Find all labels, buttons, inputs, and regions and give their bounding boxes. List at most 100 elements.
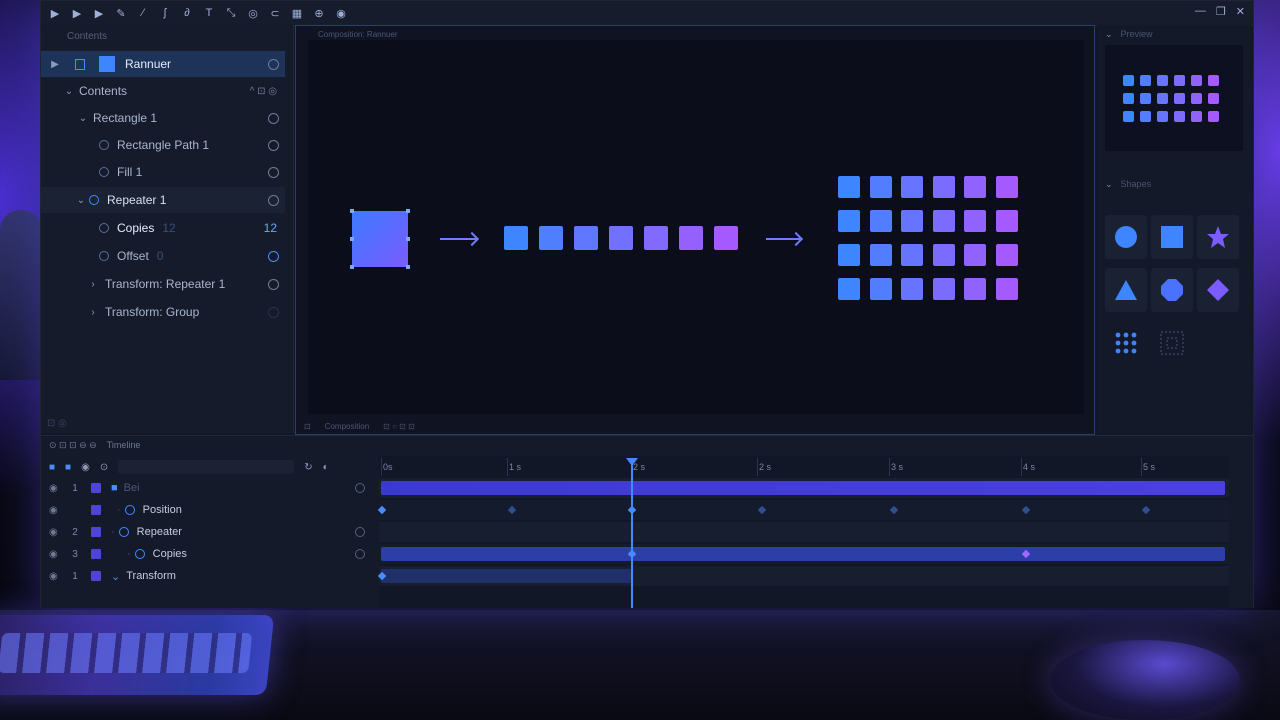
target-icon[interactable] [268,112,279,124]
dot-grid-button[interactable] [1105,321,1147,365]
text-icon[interactable]: T [201,5,217,21]
layer-row-fill-1[interactable]: Fill 1 [41,159,285,185]
pen-icon[interactable]: ✎ [113,5,129,21]
loop-icon[interactable]: ↻ [304,462,312,473]
timeline-row[interactable]: ◉ 1 ■ Bei [41,477,379,499]
layer-row-copies[interactable]: Copies 12 12 [41,215,285,241]
chevron-right-icon[interactable]: › [87,279,99,290]
new-layer-icon[interactable]: ■ [65,462,71,473]
layer-duration-bar[interactable] [381,481,1225,495]
target-icon[interactable] [268,58,279,70]
layers-footer-icons[interactable]: ⊡ ◎ [47,418,67,429]
transform-duration-bar[interactable] [381,569,631,583]
timeline-row[interactable]: ◉ 1 ⌄ Transform [41,565,379,587]
composition-viewport[interactable]: Composition: Rannuer ⊡ Composition ⊡ ○ ⊡… [295,25,1095,435]
timeline-row[interactable]: ◉ 3 · Copies [41,543,379,565]
eye-icon[interactable]: ◉ [49,527,65,538]
restore-icon[interactable]: ❐ [1216,5,1226,18]
chevron-down-icon[interactable]: ⌄ [111,570,120,583]
solo-icon[interactable]: ◐ [323,462,329,473]
target-icon[interactable] [268,278,279,290]
add-menu-icon[interactable]: ◉ [81,462,90,473]
layer-row-repeater-1[interactable]: ⌄ Repeater 1 [41,187,285,213]
camera-icon[interactable]: ⊡ [304,422,311,431]
brush-icon[interactable]: ⁄ [135,5,151,21]
record-icon[interactable]: ⊙ [100,462,108,473]
grid-icon[interactable]: ▦ [289,5,305,21]
keyframe[interactable] [1141,505,1151,515]
lock-icon[interactable] [355,549,365,559]
layer-search-input[interactable] [118,460,295,474]
eye-icon[interactable]: ◉ [49,483,65,494]
eye-icon[interactable]: ◉ [49,549,65,560]
transform-icon[interactable]: ⤡ [223,5,239,21]
link-icon[interactable]: ◎ [245,5,261,21]
selection-handle[interactable] [350,209,354,213]
wand-icon[interactable]: ʃ [157,5,173,21]
target-icon[interactable] [268,306,279,318]
square-shape-button[interactable] [1151,215,1193,259]
target-icon[interactable] [268,166,279,178]
play-icon[interactable]: ▶ [69,5,85,21]
timeline-row[interactable]: ◉ 2 · Repeater [41,521,379,543]
circle-shape-button[interactable] [1105,215,1147,259]
track-layer[interactable] [379,478,1229,498]
expand-icon[interactable]: ▶ [49,59,61,70]
preview-thumbnail[interactable] [1105,45,1243,151]
ruler-icon[interactable]: ⊂ [267,5,283,21]
chevron-down-icon[interactable]: ⌄ [75,195,87,206]
eye-icon[interactable]: ◉ [49,505,65,516]
target-icon[interactable] [268,194,279,206]
keyframe[interactable] [377,505,387,515]
new-folder-icon[interactable]: ■ [49,462,55,473]
layer-row-transform-group[interactable]: › Transform: Group [41,299,285,325]
chevron-right-icon[interactable]: › [87,307,99,318]
contents-actions-icons[interactable]: ^ ⊡ ◎ [250,86,277,97]
selection-handle[interactable] [406,265,410,269]
polygon-shape-button[interactable] [1151,268,1193,312]
source-rectangle[interactable] [350,209,410,269]
select-tool-icon[interactable]: ▶ [47,5,63,21]
track-position[interactable] [377,500,1229,520]
target-icon[interactable] [268,139,279,151]
layer-row-offset[interactable]: Offset 0 [41,243,285,269]
time-ruler[interactable]: 0s 1 s 2 s 2 s 3 s 4 s 5 s [379,456,1229,479]
timeline-tracks[interactable]: 0s 1 s 2 s 2 s 3 s 4 s 5 s [377,456,1229,608]
diamond-shape-button[interactable] [1197,268,1239,312]
selection-handle[interactable] [350,265,354,269]
chevron-down-icon[interactable]: ⌄ [77,113,89,124]
layer-row-rectangle-path-1[interactable]: Rectangle Path 1 [41,132,285,158]
fine-grid-button[interactable] [1151,321,1193,365]
timeline-row[interactable]: ◉ · Position [41,499,379,521]
layer-row-rannuer[interactable]: ▶ Rannuer [41,51,285,77]
selection-handle[interactable] [406,209,410,213]
layer-row-rectangle-1[interactable]: ⌄ Rectangle 1 [41,105,285,131]
viewport-tools-icons[interactable]: ⊡ ○ ⊡ ⊡ [383,422,415,431]
track-repeater[interactable] [379,522,1229,542]
anchor-icon[interactable]: ∂ [179,5,195,21]
step-forward-icon[interactable]: ▶ [91,5,107,21]
track-transform[interactable] [377,566,1229,586]
track-copies[interactable] [379,544,1229,564]
eye-icon[interactable]: ◉ [49,571,65,582]
star-shape-button[interactable] [1197,215,1239,259]
lock-icon[interactable] [355,483,365,493]
keyframe[interactable] [889,505,899,515]
lock-icon[interactable] [355,527,365,537]
target-icon[interactable] [268,250,279,262]
triangle-shape-button[interactable] [1105,268,1147,312]
timeline-icons[interactable]: ⊙ ⊡ ⊡ ⊖ ⊖ [49,440,97,451]
chevron-down-icon[interactable]: ⌄ [63,86,75,97]
copies-value[interactable]: 12 [264,221,277,235]
composition-canvas[interactable] [308,40,1084,414]
selection-handle[interactable] [350,237,354,241]
close-icon[interactable]: ✕ [1236,5,1245,18]
keyframe[interactable] [757,505,767,515]
keyframe[interactable] [1021,505,1031,515]
copies-duration-bar[interactable] [381,547,1225,561]
layer-row-contents[interactable]: ⌄ Contents ^ ⊡ ◎ [41,78,285,104]
zoom-icon[interactable]: ⊕ [311,5,327,21]
keyframe[interactable] [507,505,517,515]
layer-row-transform-repeater[interactable]: › Transform: Repeater 1 [41,271,285,297]
settings-icon[interactable]: ◉ [333,5,349,21]
